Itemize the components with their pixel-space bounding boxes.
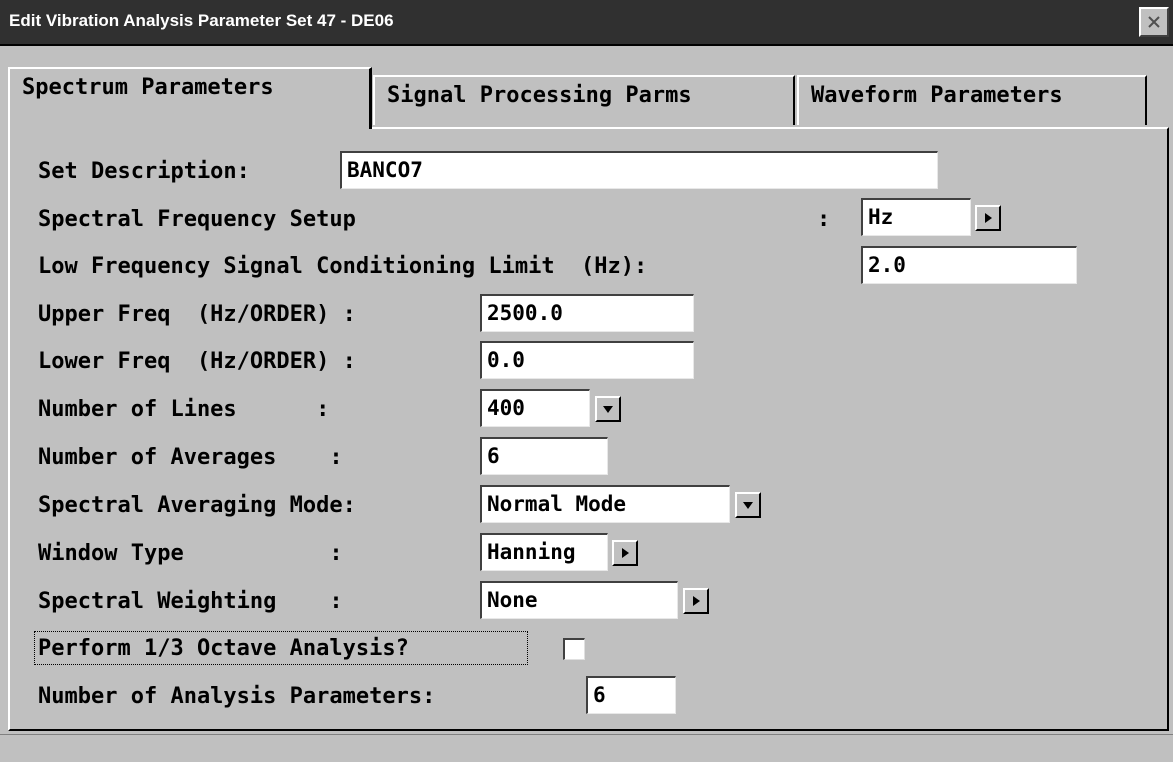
tab-waveform-parameters[interactable]: Waveform Parameters: [797, 75, 1147, 125]
spectral-frequency-setup-button[interactable]: [975, 205, 1001, 231]
close-button[interactable]: [1139, 7, 1169, 37]
title-bar[interactable]: Edit Vibration Analysis Parameter Set 47…: [0, 0, 1173, 46]
averaging-mode-field[interactable]: Normal Mode: [480, 485, 730, 523]
octave-analysis-checkbox[interactable]: [563, 638, 585, 660]
spectral-weighting-field[interactable]: None: [480, 581, 678, 619]
low-freq-limit-field[interactable]: 2.0: [861, 246, 1077, 284]
upper-freq-field[interactable]: 2500.0: [480, 294, 694, 332]
arrow-right-icon: [622, 548, 629, 558]
lower-freq-field[interactable]: 0.0: [480, 341, 694, 379]
num-analysis-params-field[interactable]: 6: [586, 676, 676, 714]
spectral-frequency-setup-label: Spectral Frequency Setup: [38, 207, 356, 232]
set-description-label: Set Description:: [38, 159, 250, 184]
number-of-averages-field[interactable]: 6: [480, 437, 608, 475]
tab-strip: Spectrum Parameters Signal Processing Pa…: [8, 67, 1168, 129]
number-of-lines-field[interactable]: 400: [480, 389, 590, 427]
window-type-field[interactable]: Hanning: [480, 533, 608, 571]
tab-signal-processing-parms[interactable]: Signal Processing Parms: [373, 75, 795, 125]
arrow-down-icon: [603, 406, 613, 413]
num-analysis-params-label: Number of Analysis Parameters:: [38, 684, 436, 709]
set-description-field[interactable]: BANCO7: [340, 151, 938, 189]
spectral-weighting-button[interactable]: [683, 588, 709, 614]
octave-analysis-label[interactable]: Perform 1/3 Octave Analysis?: [38, 636, 409, 662]
lower-freq-label: Lower Freq (Hz/ORDER) :: [38, 349, 356, 374]
spectral-frequency-setup-field[interactable]: Hz: [861, 198, 971, 236]
window-title: Edit Vibration Analysis Parameter Set 47…: [9, 11, 394, 30]
averaging-mode-label: Spectral Averaging Mode:: [38, 493, 356, 518]
spectral-weighting-label: Spectral Weighting :: [38, 589, 343, 614]
status-bar: [0, 734, 1173, 762]
number-of-lines-label: Number of Lines :: [38, 397, 330, 422]
arrow-right-icon: [985, 213, 992, 223]
number-of-lines-dropdown-button[interactable]: [595, 396, 621, 422]
averaging-mode-dropdown-button[interactable]: [735, 492, 761, 518]
tab-spectrum-parameters[interactable]: Spectrum Parameters: [8, 67, 372, 129]
dialog-window: Edit Vibration Analysis Parameter Set 47…: [0, 0, 1173, 762]
upper-freq-label: Upper Freq (Hz/ORDER) :: [38, 302, 356, 327]
low-freq-limit-label: Low Frequency Signal Conditioning Limit …: [38, 254, 648, 279]
spectral-frequency-setup-colon: :: [817, 207, 831, 232]
number-of-averages-label: Number of Averages :: [38, 445, 343, 470]
close-icon: [1148, 16, 1160, 28]
window-type-label: Window Type :: [38, 541, 343, 566]
arrow-down-icon: [743, 502, 753, 509]
arrow-right-icon: [693, 596, 700, 606]
window-type-button[interactable]: [612, 540, 638, 566]
